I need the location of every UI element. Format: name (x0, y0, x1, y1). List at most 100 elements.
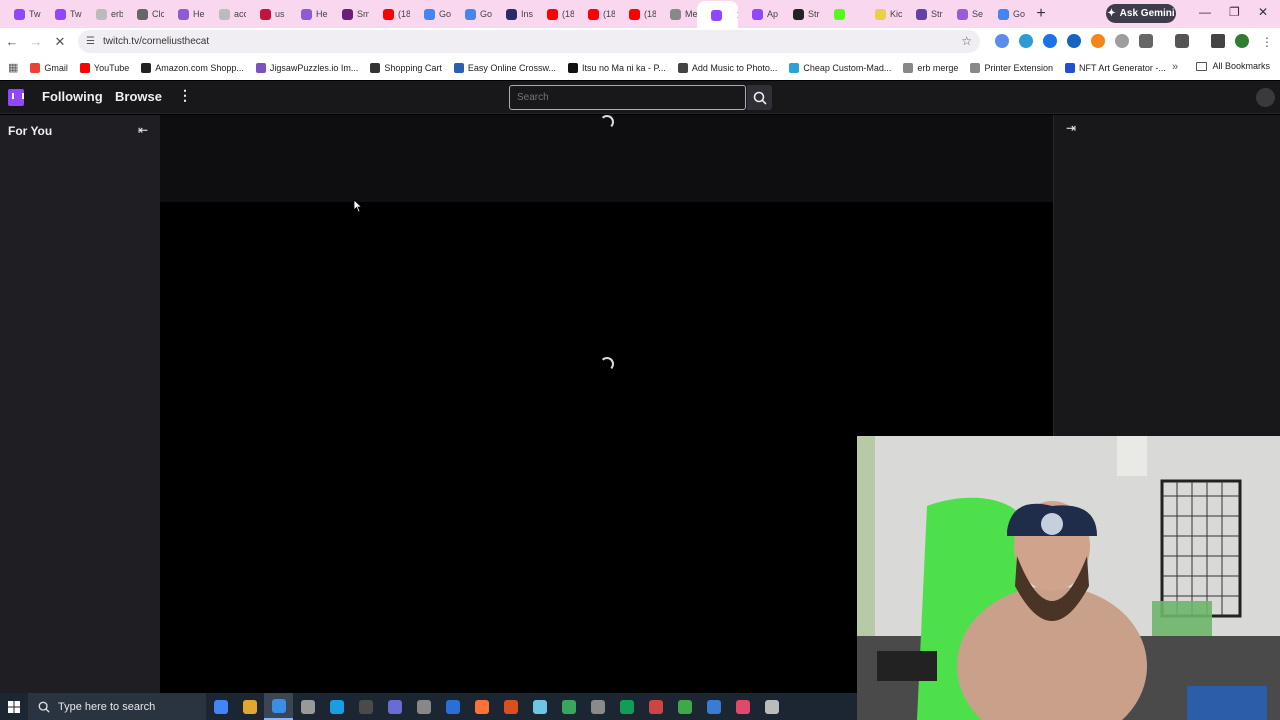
browser-tab[interactable]: Kic (861, 1, 902, 27)
ask-gemini-button[interactable]: ✦ Ask Gemini (1106, 4, 1176, 23)
bookmark-item[interactable]: YouTube (79, 62, 129, 73)
taskbar-app-icon[interactable] (438, 693, 467, 720)
extension-icon[interactable] (1115, 34, 1129, 48)
browser-tab[interactable]: Str (779, 1, 820, 27)
browser-tab-active[interactable]: ✕ (697, 1, 738, 29)
profile-avatar[interactable] (1235, 34, 1249, 48)
taskbar-app-icon[interactable] (467, 693, 496, 720)
extensions-puzzle-icon[interactable] (1139, 34, 1153, 48)
browser-tab[interactable]: He (164, 1, 205, 27)
more-options-icon[interactable]: ⋮ (178, 87, 192, 104)
browser-tab[interactable]: Se (943, 1, 984, 27)
taskbar-app-icon[interactable] (293, 693, 322, 720)
taskbar-search[interactable]: Type here to search (28, 693, 206, 720)
taskbar-app-icon[interactable] (641, 693, 670, 720)
search-input[interactable] (509, 85, 746, 110)
taskbar-app-icon[interactable] (554, 693, 583, 720)
browser-tab[interactable]: Ap (738, 1, 779, 27)
browser-tab[interactable]: Tw (0, 1, 41, 27)
browser-tab[interactable] (820, 1, 861, 27)
bookmark-star-icon[interactable]: ☆ (961, 34, 972, 48)
stop-icon[interactable]: ✕ (48, 34, 72, 50)
bookmark-item[interactable]: erb merge (903, 62, 958, 73)
bookmark-item[interactable]: Itsu no Ma ni ka - P... (567, 62, 666, 73)
bookmark-item[interactable]: Gmail (30, 62, 68, 73)
address-bar[interactable]: ☰ twitch.tv/corneliusthecat ☆ (78, 30, 980, 53)
browser-tab[interactable]: (18 (574, 1, 615, 27)
extension-icon[interactable] (1067, 34, 1081, 48)
apps-grid-icon[interactable]: ▦ (8, 61, 18, 74)
nav-following[interactable]: Following (42, 89, 103, 104)
bookmark-item[interactable]: Shopping Cart (370, 62, 442, 73)
browser-tab[interactable]: Tw (41, 1, 82, 27)
browser-tab[interactable]: Str (902, 1, 943, 27)
search-button[interactable] (747, 85, 772, 110)
taskbar-app-icon[interactable] (380, 693, 409, 720)
taskbar-app-icon[interactable] (409, 693, 438, 720)
browser-tab[interactable]: us (246, 1, 287, 27)
extension-icon[interactable] (1019, 34, 1033, 48)
taskbar-app-icon[interactable] (728, 693, 757, 720)
tab-title: Clc (152, 9, 164, 19)
taskbar-app-icon[interactable] (699, 693, 728, 720)
bookmark-item[interactable]: NFT Art Generator -... (1065, 62, 1166, 73)
taskbar-app-icon[interactable] (612, 693, 641, 720)
all-bookmarks-button[interactable]: All Bookmarks (1196, 61, 1270, 71)
tab-search-icon[interactable] (1175, 34, 1189, 48)
tab-favicon-icon (916, 8, 927, 20)
search-icon (753, 91, 767, 105)
user-avatar[interactable] (1256, 88, 1275, 107)
browser-tab[interactable]: Me (656, 1, 697, 27)
forward-icon[interactable]: → (24, 34, 48, 49)
taskbar-app-icon[interactable] (757, 693, 786, 720)
browser-tab[interactable]: Sm (328, 1, 369, 27)
metamask-icon[interactable] (1091, 34, 1105, 48)
bookmark-item[interactable]: Easy Online Crossw... (453, 62, 556, 73)
browser-tab[interactable]: erb (82, 1, 123, 27)
restore-icon[interactable]: ❐ (1229, 5, 1240, 19)
bookmark-item[interactable]: Amazon.com Shopp... (141, 62, 244, 73)
taskbar-app-icon[interactable] (264, 693, 293, 720)
site-info-icon[interactable]: ☰ (86, 36, 95, 47)
minimize-icon[interactable]: — (1199, 5, 1211, 19)
taskbar-app-icon[interactable] (496, 693, 525, 720)
bookmark-item[interactable]: Printer Extension (970, 62, 1053, 73)
nav-browse[interactable]: Browse (115, 89, 162, 104)
taskbar-app-icon[interactable] (322, 693, 351, 720)
expand-chat-icon[interactable]: ⇥ (1066, 121, 1076, 135)
collapse-sidebar-icon[interactable]: ⇤ (138, 123, 148, 137)
taskbar-app-icon[interactable] (351, 693, 380, 720)
back-icon[interactable]: ← (0, 34, 24, 49)
browser-tab[interactable]: Clc (123, 1, 164, 27)
app-glyph-icon (213, 699, 228, 714)
browser-tab[interactable]: acc (205, 1, 246, 27)
browser-tab[interactable]: He (287, 1, 328, 27)
more-bookmarks-icon[interactable]: » (1172, 61, 1178, 73)
browser-tab[interactable]: Go (451, 1, 492, 27)
new-tab-icon[interactable]: + (1029, 5, 1053, 23)
taskbar-app-icon[interactable] (206, 693, 235, 720)
download-icon[interactable] (1211, 34, 1225, 48)
close-window-icon[interactable]: ✕ (1258, 5, 1268, 19)
bookmark-item[interactable]: Cheap Custom-Mad... (789, 62, 891, 73)
browser-tab[interactable]: (18 (533, 1, 574, 27)
tab-title: erb (111, 9, 123, 19)
browser-tab[interactable]: Go (984, 1, 1025, 27)
extension-icon[interactable] (1043, 34, 1057, 48)
taskbar-app-icon[interactable] (670, 693, 699, 720)
browser-tab[interactable]: (18 (615, 1, 656, 27)
extension-icon[interactable] (995, 34, 1009, 48)
windows-start-button[interactable] (0, 693, 28, 720)
twitch-logo-icon[interactable] (8, 89, 24, 106)
browser-tab[interactable]: (18 (369, 1, 410, 27)
taskbar-app-icon[interactable] (525, 693, 554, 720)
taskbar-app-icon[interactable] (583, 693, 612, 720)
bookmark-item[interactable]: JigsawPuzzles.io Im... (255, 62, 358, 73)
browser-tab[interactable]: Go (410, 1, 451, 27)
bookmark-item[interactable]: Add Music to Photo... (677, 62, 777, 73)
browser-menu-icon[interactable]: ⋮ (1261, 35, 1273, 49)
loading-spinner-icon (600, 357, 614, 371)
tab-favicon-icon (547, 8, 558, 20)
browser-tab[interactable]: Ins (492, 1, 533, 27)
taskbar-app-icon[interactable] (235, 693, 264, 720)
